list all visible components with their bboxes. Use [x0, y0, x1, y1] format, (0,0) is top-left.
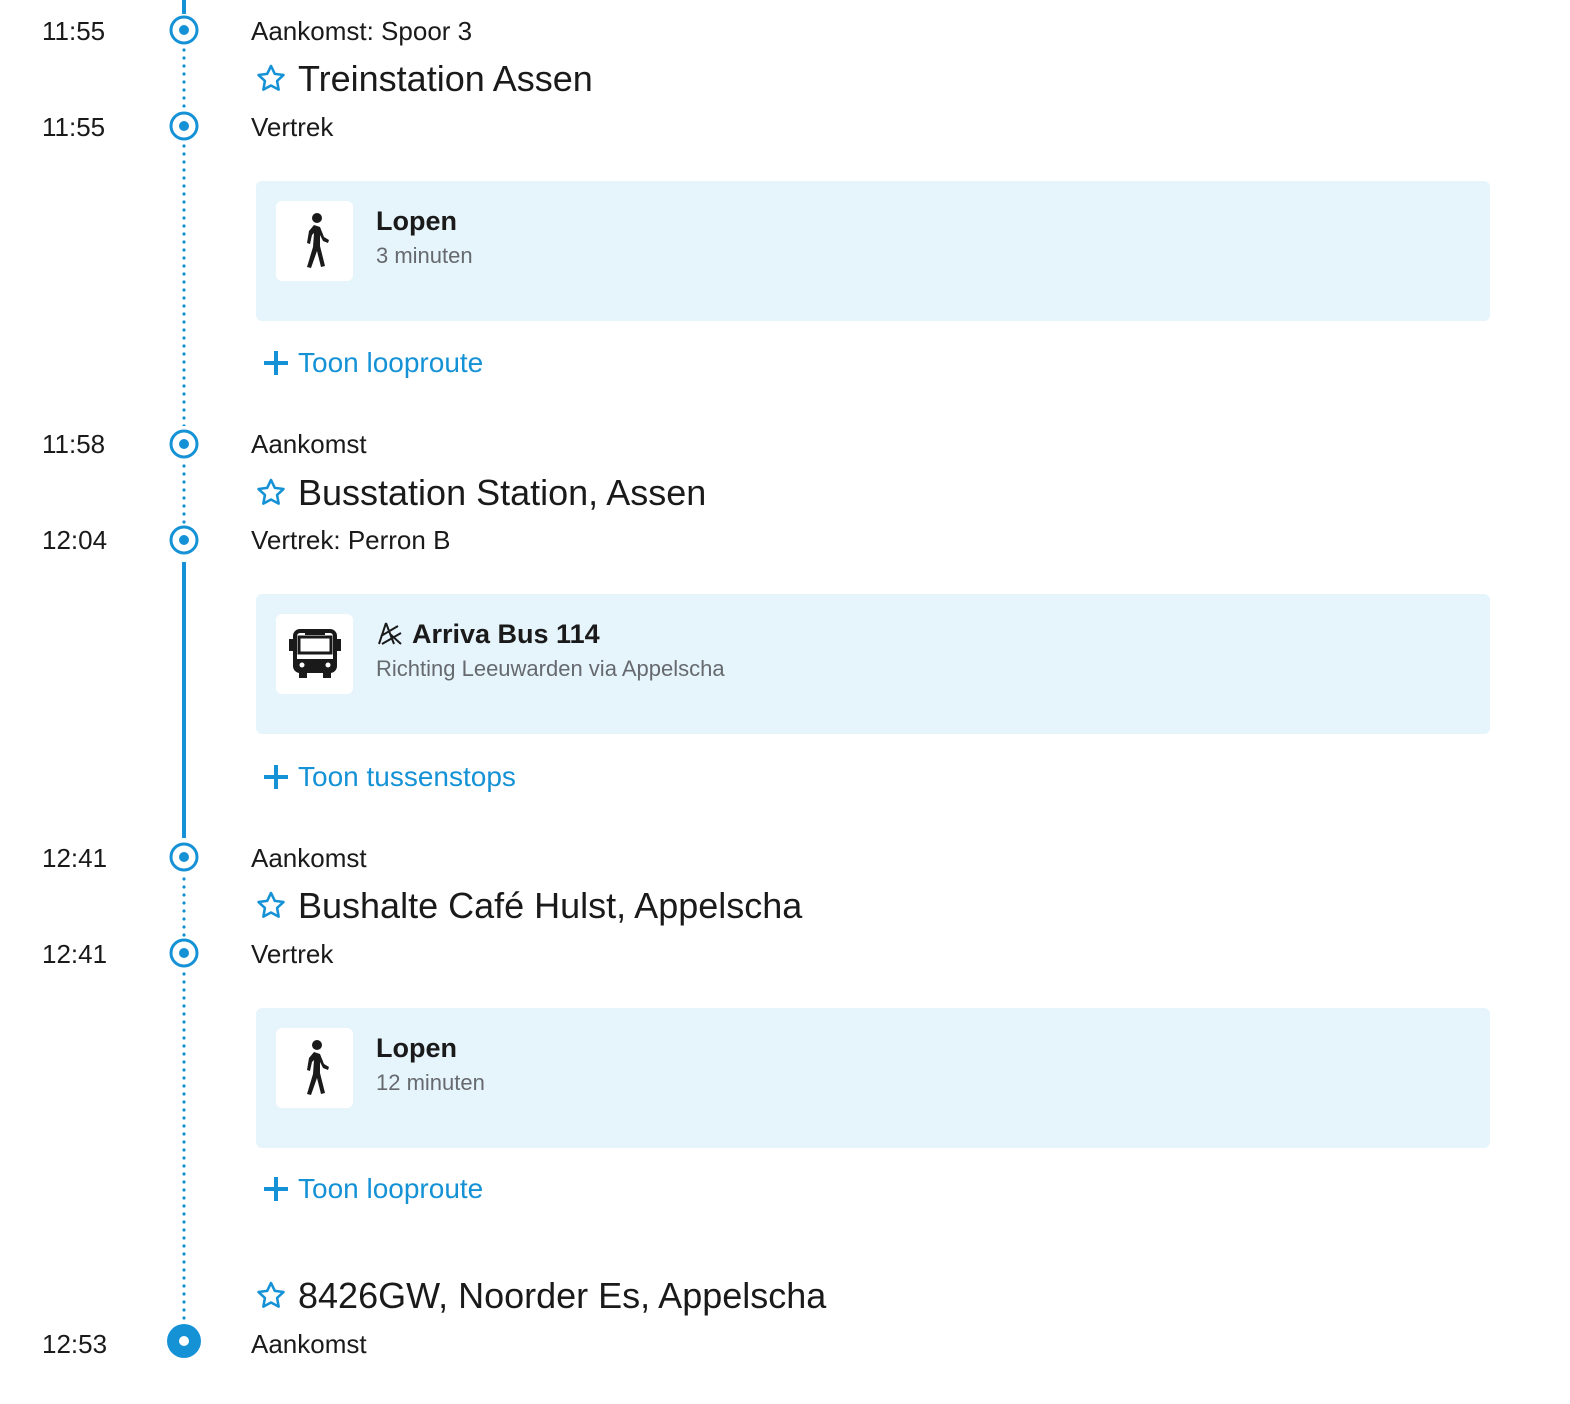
- departure-label: Vertrek: Perron B: [251, 525, 451, 555]
- final-arrival-time: 12:53: [42, 1329, 108, 1359]
- timeline-line-bus: [182, 562, 186, 838]
- timeline-stop-dot: [169, 429, 199, 459]
- timeline-stop-dot: [169, 525, 199, 555]
- leg-title-row: Arriva Bus 114: [376, 618, 600, 650]
- arriva-logo-icon: [378, 622, 402, 645]
- timeline-line-walk-2: [182, 970, 186, 1322]
- favorite-star-icon[interactable]: [254, 1279, 288, 1313]
- walk-icon: [276, 201, 353, 281]
- leg-title: Lopen: [376, 206, 457, 236]
- departure-label: Vertrek: [251, 112, 334, 142]
- timeline-line-walk-1: [182, 46, 186, 426]
- leg-card-walk[interactable]: Lopen 12 minuten: [256, 1008, 1490, 1148]
- timeline-stop-dot: [169, 842, 199, 872]
- plus-icon: [264, 765, 288, 789]
- favorite-star-icon[interactable]: [254, 889, 288, 923]
- leg-duration: 3 minuten: [376, 243, 473, 268]
- bus-icon: [276, 614, 353, 694]
- stop-name: Treinstation Assen: [298, 58, 593, 99]
- plus-icon: [264, 351, 288, 375]
- leg-card-walk[interactable]: Lopen 3 minuten: [256, 181, 1490, 321]
- show-walking-route-button[interactable]: Toon looproute: [262, 1172, 483, 1206]
- timeline-line-transfer-2: [182, 875, 186, 937]
- leg-card-bus[interactable]: Arriva Bus 114 Richting Leeuwarden via A…: [256, 594, 1490, 734]
- walk-icon: [276, 1028, 353, 1108]
- leg-title: Lopen: [376, 1033, 457, 1063]
- leg-direction: Richting Leeuwarden via Appelscha: [376, 656, 725, 681]
- toggle-label: Toon tussenstops: [298, 761, 516, 792]
- stop-name-row: Bushalte Café Hulst, Appelscha: [254, 885, 802, 927]
- stop-name: Bushalte Café Hulst, Appelscha: [298, 885, 803, 926]
- timeline-stop-dot: [169, 938, 199, 968]
- arrival-label: Aankomst: [251, 429, 367, 459]
- final-arrival-label: Aankomst: [251, 1329, 367, 1359]
- stop-name-row: Treinstation Assen: [254, 58, 593, 100]
- arrival-label: Aankomst: Spoor 3: [251, 16, 473, 46]
- timeline-line-transfer: [182, 462, 186, 524]
- plus-icon: [264, 1177, 288, 1201]
- show-intermediate-stops-button[interactable]: Toon tussenstops: [262, 760, 516, 794]
- timeline-line-top: [182, 0, 186, 14]
- leg-title: Arriva Bus 114: [412, 619, 600, 649]
- departure-time: 11:55: [42, 112, 106, 142]
- leg-duration: 12 minuten: [376, 1070, 485, 1095]
- arrival-label: Aankomst: [251, 843, 367, 873]
- stop-name-row: Busstation Station, Assen: [254, 472, 706, 514]
- arrival-time: 11:58: [42, 429, 106, 459]
- timeline-stop-dot: [169, 15, 199, 45]
- destination-name: 8426GW, Noorder Es, Appelscha: [298, 1275, 827, 1316]
- departure-label: Vertrek: [251, 939, 334, 969]
- favorite-star-icon[interactable]: [254, 62, 288, 96]
- toggle-label: Toon looproute: [298, 1173, 484, 1204]
- arrival-time: 12:41: [42, 843, 108, 873]
- departure-time: 12:41: [42, 939, 108, 969]
- favorite-star-icon[interactable]: [254, 476, 288, 510]
- arrival-time: 11:55: [42, 16, 106, 46]
- timeline-stop-dot: [169, 111, 199, 141]
- timeline-destination-dot: [167, 1324, 201, 1358]
- show-walking-route-button[interactable]: Toon looproute: [262, 346, 483, 380]
- departure-time: 12:04: [42, 525, 108, 555]
- destination-name-row: 8426GW, Noorder Es, Appelscha: [254, 1275, 826, 1317]
- toggle-label: Toon looproute: [298, 347, 484, 378]
- stop-name: Busstation Station, Assen: [298, 472, 707, 513]
